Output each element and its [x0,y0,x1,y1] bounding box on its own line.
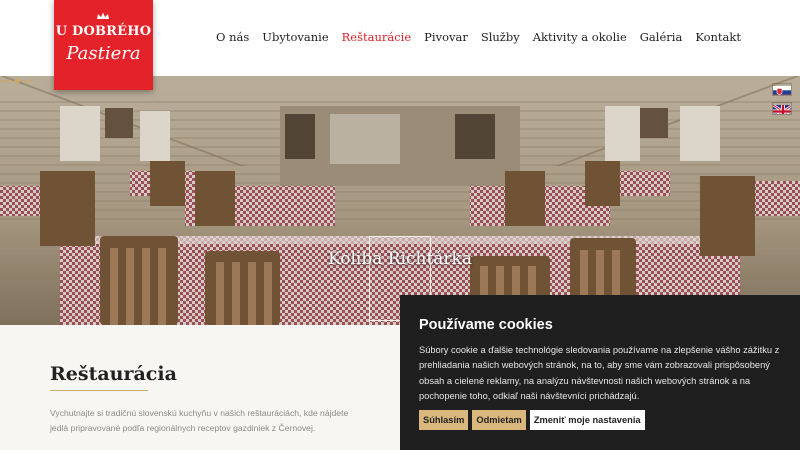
nav-item-ubytovanie[interactable]: Ubytovanie [262,30,328,44]
hero-title: Koliba Richtárka [327,249,472,269]
cookie-text: Súbory cookie a ďalšie technológie sledo… [419,345,780,402]
nav-item-o-nas[interactable]: O nás [216,30,249,44]
nav-item-restauracie[interactable]: Reštaurácie [342,30,412,44]
nav-item-kontakt[interactable]: Kontakt [695,30,741,44]
site-logo[interactable]: U DOBRÉHO Pastiera [54,0,153,90]
nav-item-aktivity[interactable]: Aktivity a okolie [533,30,627,44]
site-header: U DOBRÉHO Pastiera O nás Ubytovanie Rešt… [0,0,800,90]
english-flag-icon[interactable] [772,102,792,115]
title-divider [50,390,148,391]
cookie-buttons: Súhlasím Odmietam Zmeniť moje nastavenia [419,410,645,430]
nav-item-galeria[interactable]: Galéria [640,30,683,44]
section-title: Reštaurácia [50,363,177,385]
logo-line-1: U DOBRÉHO [55,24,152,39]
slovak-flag-icon[interactable] [772,83,792,96]
ornament-icon [0,77,34,85]
logo-line-2: Pastiera [66,43,141,64]
language-switcher [772,83,794,121]
cookie-consent-banner: Používame cookies Súbory cookie a ďalšie… [400,295,800,450]
nav-item-sluzby[interactable]: Služby [481,30,520,44]
crown-icon [97,12,109,19]
main-navigation: O nás Ubytovanie Reštaurácie Pivovar Slu… [203,30,741,44]
section-description: Vychutnajte si tradičnú slovenskú kuchyň… [50,408,349,433]
cookie-accept-button[interactable]: Súhlasím [419,410,469,430]
hero-banner: Koliba Richtárka [0,76,800,325]
nav-item-pivovar[interactable]: Pivovar [424,30,468,44]
cookie-title: Používame cookies [419,317,553,333]
cookie-reject-button[interactable]: Odmietam [472,410,526,430]
cookie-settings-button[interactable]: Zmeniť moje nastavenia [529,410,645,430]
